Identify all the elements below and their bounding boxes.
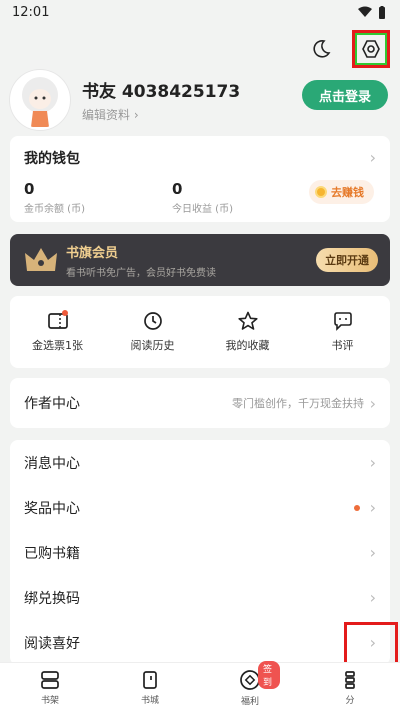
battery-icon: [379, 5, 385, 19]
wifi-icon: [358, 6, 372, 17]
notification-dot: [61, 310, 68, 316]
username: 书友 4038425173: [82, 82, 241, 102]
earn-money-label: 去赚钱: [331, 186, 364, 199]
top-actions: [302, 30, 390, 68]
wallet-title: 我的钱包: [24, 151, 80, 167]
menu-list: 消息中心 › 奖品中心 › 已购书籍 › 绑兑换码 › 阅读喜好 ›: [10, 440, 390, 665]
shortcut-label: 书评: [331, 339, 354, 352]
menu-item-prizes[interactable]: 奖品中心 ›: [10, 485, 390, 530]
vip-text: 书旗会员 看书听书免广告，会员好书免费读: [66, 242, 216, 279]
moon-icon: [313, 40, 331, 58]
comment-icon: [333, 312, 352, 331]
coin-balance: 0 金币余额 (币): [24, 180, 172, 215]
login-button[interactable]: 点击登录: [302, 80, 388, 110]
chevron-right-icon: ›: [133, 108, 139, 122]
shortcut-label: 金选票1张: [32, 339, 83, 352]
coin-icon: [315, 186, 327, 198]
night-mode-button[interactable]: [302, 30, 340, 68]
today-earnings: 0 今日收益 (币): [172, 180, 320, 215]
profile-text: 书友 4038425173 编辑资料 ›: [82, 77, 240, 123]
bookshelf-icon: [41, 670, 59, 689]
today-earnings-label: 今日收益 (币): [172, 204, 233, 215]
wallet-card[interactable]: 我的钱包 › 0 金币余额 (币) 0 今日收益 (币) 去赚钱: [10, 136, 390, 222]
hexagon-settings-icon: [362, 40, 380, 58]
shortcuts-card: 金选票1张 阅读历史 我的收藏 书评: [10, 296, 390, 368]
shortcut-ticket[interactable]: 金选票1张: [18, 310, 98, 353]
vip-banner[interactable]: 书旗会员 看书听书免广告，会员好书免费读 立即开通: [10, 234, 390, 286]
chevron-right-icon: ›: [369, 393, 376, 413]
tab-welfare[interactable]: 签到 福利: [220, 660, 280, 707]
tab-label: 分: [345, 695, 355, 706]
vip-subtitle: 看书听书免广告，会员好书免费读: [66, 267, 216, 279]
earn-money-button[interactable]: 去赚钱: [309, 180, 374, 204]
vip-open-button[interactable]: 立即开通: [316, 248, 378, 272]
menu-item-label: 已购书籍: [24, 545, 80, 562]
shortcut-favorites[interactable]: 我的收藏: [208, 311, 288, 353]
edit-profile-label: 编辑资料: [82, 108, 131, 122]
menu-item-label: 消息中心: [24, 455, 80, 472]
menu-item-messages[interactable]: 消息中心 ›: [10, 440, 390, 485]
tab-label: 书城: [140, 695, 159, 706]
chevron-right-icon: ›: [369, 588, 376, 607]
author-center-title: 作者中心: [24, 396, 80, 412]
chevron-right-icon: ›: [369, 498, 376, 517]
notification-dot: [354, 504, 360, 511]
chevron-right-icon: ›: [369, 148, 376, 167]
today-earnings-value: 0: [172, 180, 183, 198]
chevron-right-icon: ›: [369, 453, 376, 472]
shortcut-reviews[interactable]: 书评: [303, 311, 383, 353]
crown-icon: [22, 240, 60, 280]
avatar[interactable]: [10, 70, 70, 130]
shortcut-label: 我的收藏: [225, 339, 270, 352]
coin-balance-label: 金币余额 (币): [24, 204, 85, 215]
status-time: 12:01: [12, 4, 50, 20]
vip-title: 书旗会员: [66, 245, 119, 261]
bottom-tab-bar: 书架 书城 签到 福利 分: [0, 660, 400, 712]
author-center-hint: 零门槛创作，千万现金扶持: [232, 397, 364, 410]
avatar-icon: [22, 77, 58, 127]
menu-item-purchased[interactable]: 已购书籍 ›: [10, 530, 390, 575]
tab-label: 书架: [40, 695, 59, 706]
tab-bookshelf[interactable]: 书架: [20, 670, 80, 706]
chevron-right-icon: ›: [369, 543, 376, 562]
menu-item-label: 绑兑换码: [24, 590, 80, 607]
checkin-badge: 签到: [258, 660, 280, 689]
tab-bookstore[interactable]: 书城: [120, 670, 180, 706]
category-icon: [345, 670, 355, 689]
profile-section: 书友 4038425173 编辑资料 › 点击登录: [10, 68, 390, 132]
tab-label: 福利: [240, 696, 259, 707]
menu-item-reading-preferences[interactable]: 阅读喜好 ›: [10, 620, 390, 665]
author-center-row[interactable]: 作者中心 零门槛创作，千万现金扶持 ›: [10, 378, 390, 428]
coin-balance-value: 0: [24, 180, 35, 198]
shortcut-label: 阅读历史: [130, 339, 175, 352]
settings-button[interactable]: [352, 30, 390, 68]
edit-profile-link[interactable]: 编辑资料 ›: [82, 106, 240, 123]
shortcut-history[interactable]: 阅读历史: [113, 311, 193, 353]
menu-item-redeem-code[interactable]: 绑兑换码 ›: [10, 575, 390, 620]
status-bar: 12:01: [0, 0, 400, 24]
tab-category[interactable]: 分: [320, 670, 380, 706]
bookstore-icon: [143, 670, 157, 689]
menu-item-label: 阅读喜好: [24, 635, 80, 652]
status-icons: [358, 5, 386, 19]
star-icon: [237, 311, 258, 330]
menu-item-label: 奖品中心: [24, 500, 80, 517]
clock-icon: [143, 312, 162, 330]
